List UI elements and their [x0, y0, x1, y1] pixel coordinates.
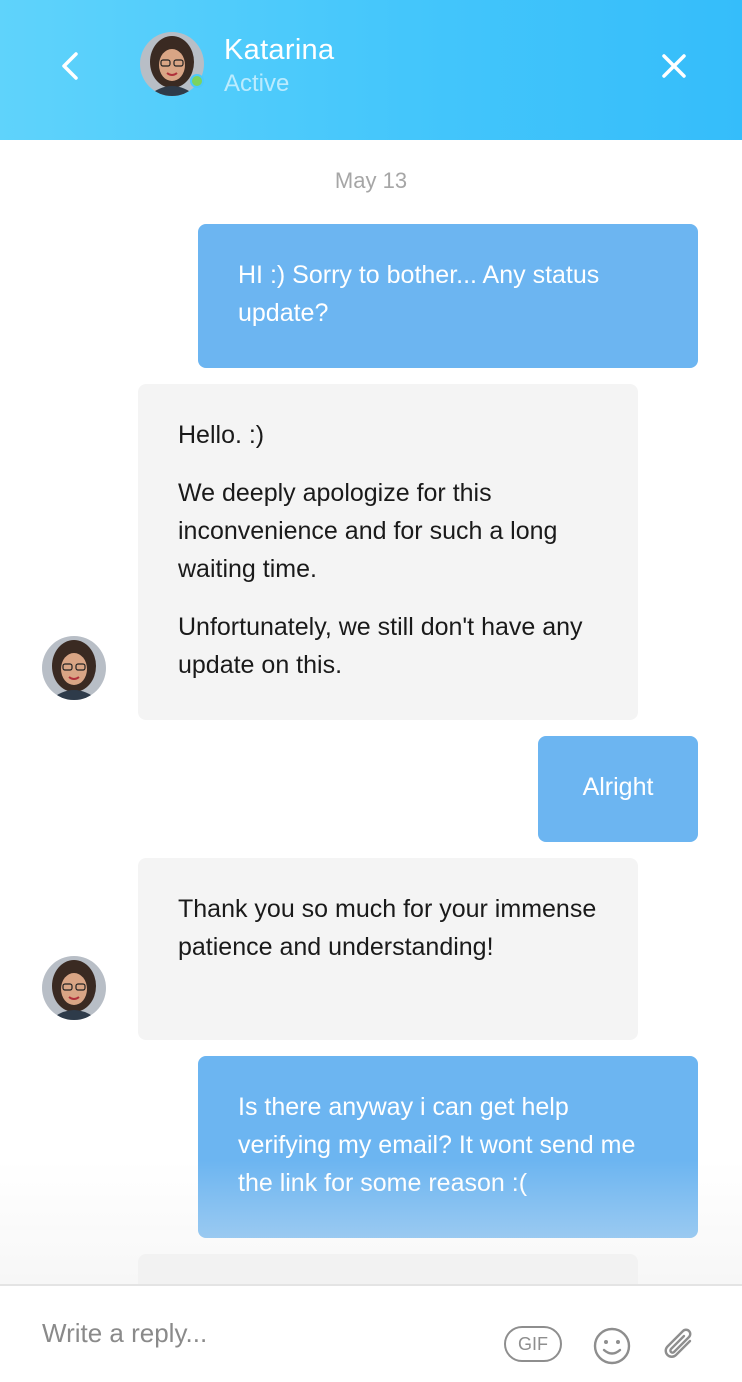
chat-header: Katarina Active	[0, 0, 742, 140]
agent-message: Thank you so much for your immense patie…	[138, 858, 638, 1040]
message-text: We deeply apologize for this inconvenien…	[178, 479, 558, 583]
agent-status: Active	[224, 70, 290, 97]
message-text: Alright	[582, 773, 654, 801]
reply-composer: GIF	[0, 1284, 742, 1382]
chevron-left-icon	[62, 52, 78, 80]
online-status-indicator	[190, 74, 204, 88]
agent-message: Hello. :) We deeply apologize for this i…	[138, 384, 638, 720]
gif-button[interactable]: GIF	[504, 1326, 562, 1362]
message-thread[interactable]: May 13 HI :) Sorry to bother... Any stat…	[0, 140, 742, 1284]
message-text: HI :) Sorry to bother... Any status upda…	[238, 261, 600, 327]
message-text: Is there anyway i can get help verifying…	[238, 1093, 636, 1197]
paperclip-icon	[664, 1328, 692, 1358]
emoji-button[interactable]	[592, 1326, 632, 1366]
close-button[interactable]	[648, 40, 700, 92]
message-text: Hello. :)	[178, 421, 265, 449]
date-separator: May 13	[334, 168, 408, 193]
user-message: Alright	[538, 736, 698, 842]
back-button[interactable]	[44, 40, 96, 92]
close-icon	[662, 54, 686, 78]
agent-message-partial	[138, 1254, 638, 1284]
reply-input[interactable]	[42, 1308, 472, 1358]
message-text: Thank you so much for your immense patie…	[178, 895, 597, 961]
attach-button[interactable]	[660, 1324, 700, 1366]
agent-avatar	[42, 636, 106, 700]
user-message: Is there anyway i can get help verifying…	[198, 1056, 698, 1238]
user-message: HI :) Sorry to bother... Any status upda…	[198, 224, 698, 368]
agent-name: Katarina	[224, 34, 335, 66]
message-text: Unfortunately, we still don't have any u…	[178, 613, 583, 679]
agent-avatar	[42, 956, 106, 1020]
smiley-icon	[593, 1327, 631, 1365]
